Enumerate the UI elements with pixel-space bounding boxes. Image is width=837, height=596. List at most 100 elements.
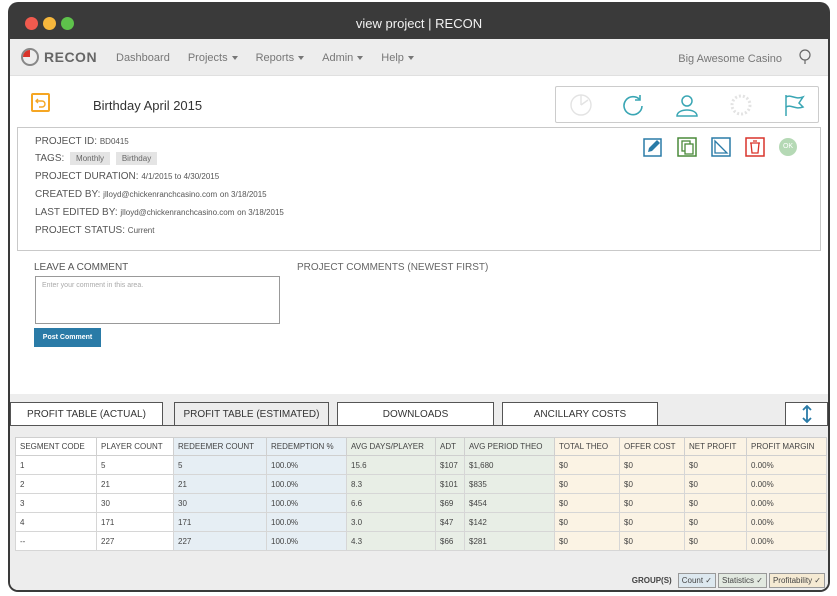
group-statistics-toggle[interactable]: Statistics ✓ xyxy=(718,573,767,588)
table-cell: $0 xyxy=(554,493,620,513)
table-header-row: SEGMENT CODE PLAYER COUNT REDEEMER COUNT… xyxy=(15,437,827,456)
col-redemption-pct[interactable]: REDEMPTION % xyxy=(266,437,347,456)
edit-icon[interactable] xyxy=(643,137,663,157)
project-comments-label: PROJECT COMMENTS (NEWEST FIRST) xyxy=(297,262,489,273)
nav-admin[interactable]: Admin xyxy=(322,52,364,64)
table-cell: 0.00% xyxy=(746,512,827,532)
ok-badge[interactable]: OK xyxy=(779,138,797,156)
col-player-count[interactable]: PLAYER COUNT xyxy=(96,437,174,456)
table-cell: $101 xyxy=(435,474,465,494)
caret-down-icon xyxy=(231,56,238,60)
tab-downloads[interactable]: DOWNLOADS xyxy=(337,402,494,425)
table-cell: 100.0% xyxy=(266,474,347,494)
nav-help[interactable]: Help xyxy=(381,52,414,64)
nav-reports-label: Reports xyxy=(255,52,295,64)
comment-input[interactable] xyxy=(35,276,280,324)
resize-icon[interactable] xyxy=(711,137,731,157)
expand-button[interactable] xyxy=(785,402,828,425)
table-cell: 0.00% xyxy=(746,493,827,513)
table-cell: 4 xyxy=(15,512,97,532)
tag-chip[interactable]: Birthday xyxy=(115,152,158,165)
table-cell: 3 xyxy=(15,493,97,513)
last-edited-row: LAST EDITED BY: jlloyd@chickenranchcasin… xyxy=(35,207,284,218)
project-title: Birthday April 2015 xyxy=(93,98,203,113)
last-edited-value: jlloyd@chickenranchcasino.com xyxy=(120,208,235,217)
table-cell: $0 xyxy=(554,455,620,475)
col-avg-period-theo[interactable]: AVG PERIOD THEO xyxy=(464,437,555,456)
copy-icon[interactable] xyxy=(677,137,697,157)
user-icon[interactable] xyxy=(674,92,700,118)
back-button[interactable] xyxy=(31,93,50,112)
nav-dashboard[interactable]: Dashboard xyxy=(116,52,170,64)
project-info-panel: PROJECT ID: BD0415 TAGS: Monthly Birthda… xyxy=(17,127,821,251)
table-row[interactable]: 1 5 5 100.0% 15.6 $107 $1,680 $0 $0 $0 0.00% xyxy=(15,455,827,475)
table-cell: $0 xyxy=(554,512,620,532)
col-net-profit[interactable]: NET PROFIT xyxy=(684,437,747,456)
table-cell: $0 xyxy=(684,455,747,475)
col-total-theo[interactable]: TOTAL THEO xyxy=(554,437,620,456)
table-cell: 100.0% xyxy=(266,493,347,513)
app-window: view project | RECON RECON Dashboard Pro… xyxy=(8,2,830,592)
nav-projects[interactable]: Projects xyxy=(188,52,238,64)
refresh-icon[interactable] xyxy=(620,92,646,118)
lightbulb-icon[interactable] xyxy=(797,49,813,65)
table-cell: $1,680 xyxy=(464,455,555,475)
col-redeemer-count[interactable]: REDEEMER COUNT xyxy=(173,437,267,456)
col-avg-days-player[interactable]: AVG DAYS/PLAYER xyxy=(346,437,436,456)
table-row[interactable]: 3 30 30 100.0% 6.6 $69 $454 $0 $0 $0 0.00% xyxy=(15,493,827,513)
table-cell: 0.00% xyxy=(746,455,827,475)
group-count-toggle[interactable]: Count ✓ xyxy=(677,573,716,588)
nav-dashboard-label: Dashboard xyxy=(116,52,170,64)
table-cell: $47 xyxy=(435,512,465,532)
table-cell: 100.0% xyxy=(266,455,347,475)
tab-profit-table-actual[interactable]: PROFIT TABLE (ACTUAL) xyxy=(10,402,163,425)
caret-down-icon xyxy=(407,56,414,60)
nav-reports[interactable]: Reports xyxy=(256,52,305,64)
vertical-resize-icon xyxy=(802,405,812,423)
col-segment-code[interactable]: SEGMENT CODE xyxy=(15,437,97,456)
caret-down-icon xyxy=(357,56,364,60)
table-cell: $0 xyxy=(619,512,685,532)
project-toolbar xyxy=(555,86,819,123)
col-profit-margin[interactable]: PROFIT MARGIN xyxy=(746,437,827,456)
table-cell: 100.0% xyxy=(266,512,347,532)
nav-admin-label: Admin xyxy=(322,52,354,64)
table-cell: 0.00% xyxy=(746,531,827,551)
table-cell: $0 xyxy=(619,531,685,551)
app-content: RECON Dashboard Projects Reports Admin H… xyxy=(10,39,828,590)
nav-help-label: Help xyxy=(381,52,404,64)
group-profitability-toggle[interactable]: Profitability ✓ xyxy=(768,573,825,588)
main-nav: Dashboard Projects Reports Admin Help xyxy=(116,52,432,64)
table-cell: 5 xyxy=(96,455,174,475)
tab-profit-table-estimated[interactable]: PROFIT TABLE (ESTIMATED) xyxy=(174,402,329,425)
table-cell: $0 xyxy=(684,531,747,551)
flag-icon[interactable] xyxy=(781,92,807,118)
recon-logo[interactable]: RECON xyxy=(21,48,97,66)
profit-table: SEGMENT CODE PLAYER COUNT REDEEMER COUNT… xyxy=(15,437,827,551)
col-offer-cost[interactable]: OFFER COST xyxy=(619,437,685,456)
table-row[interactable]: 2 21 21 100.0% 8.3 $101 $835 $0 $0 $0 0.00% xyxy=(15,474,827,494)
project-header: Birthday April 2015 xyxy=(10,76,828,126)
table-cell: $0 xyxy=(684,474,747,494)
table-cell: $0 xyxy=(619,474,685,494)
organization-name[interactable]: Big Awesome Casino xyxy=(678,53,782,65)
created-by-label: CREATED BY: xyxy=(35,189,101,200)
table-cell: 21 xyxy=(173,474,267,494)
post-comment-button[interactable]: Post Comment xyxy=(34,328,101,347)
caret-down-icon xyxy=(298,56,305,60)
tag-chip[interactable]: Monthly xyxy=(70,152,111,165)
pie-chart-icon[interactable] xyxy=(568,92,594,118)
logo-text: RECON xyxy=(44,49,98,65)
col-adt[interactable]: ADT xyxy=(435,437,465,456)
tab-ancillary-costs[interactable]: ANCILLARY COSTS xyxy=(502,402,658,425)
table-cell: $107 xyxy=(435,455,465,475)
nav-projects-label: Projects xyxy=(187,52,228,64)
table-cell: $835 xyxy=(464,474,555,494)
table-row[interactable]: -- 227 227 100.0% 4.3 $66 $281 $0 $0 $0 0.00% xyxy=(15,531,827,551)
table-cell: 100.0% xyxy=(266,531,347,551)
trash-icon[interactable] xyxy=(745,137,765,157)
loading-icon[interactable] xyxy=(728,92,754,118)
window-title: view project | RECON xyxy=(355,16,483,31)
table-row[interactable]: 4 171 171 100.0% 3.0 $47 $142 $0 $0 $0 0.00% xyxy=(15,512,827,532)
table-cell: 5 xyxy=(173,455,267,475)
